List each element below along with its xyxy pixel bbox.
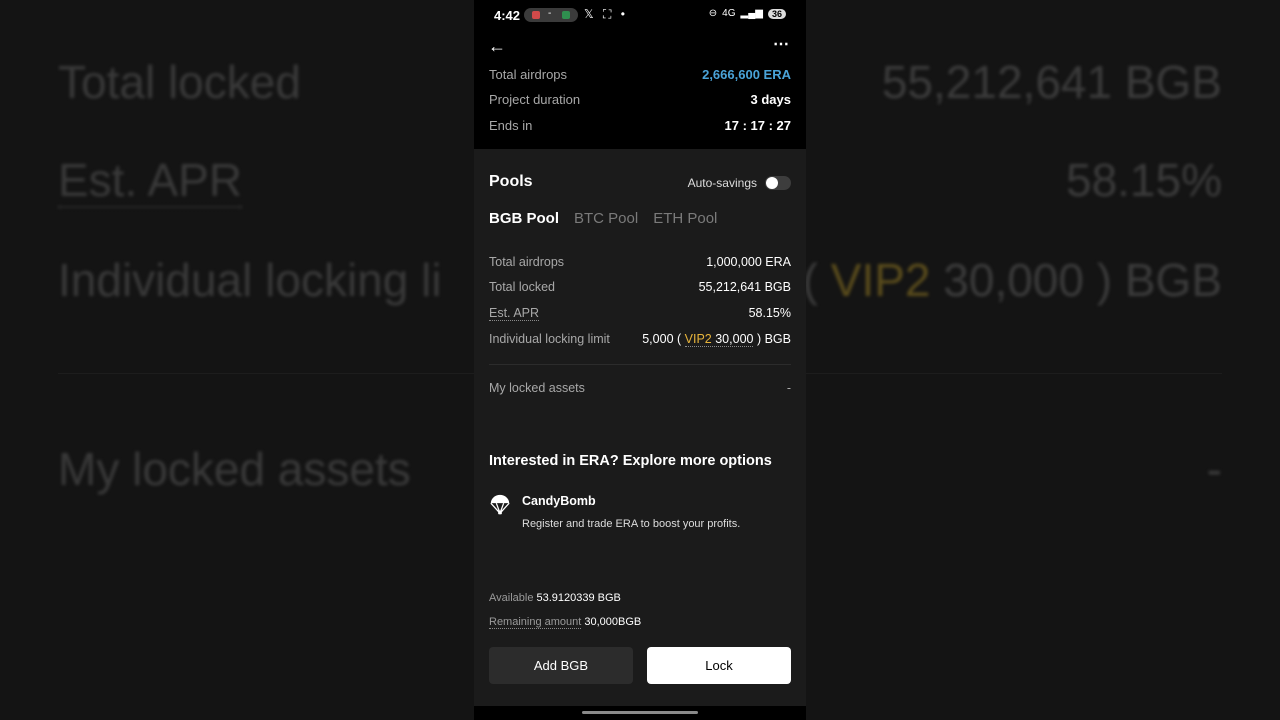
flag-icon bbox=[562, 11, 570, 19]
signal-icon: ▂▄▆ bbox=[740, 8, 763, 19]
vip-limit-amount: 30,000 bbox=[715, 332, 754, 346]
available-value: 53.9120339 BGB bbox=[536, 592, 621, 604]
total-locked-value: 55,212,641 BGB bbox=[698, 280, 791, 294]
pool-tabs: BGB Pool BTC Pool ETH Pool bbox=[489, 210, 717, 227]
toggle-knob bbox=[766, 177, 778, 189]
status-right: ⊖ 4G ▂▄▆ 36 bbox=[709, 8, 786, 19]
available-label: Available bbox=[489, 592, 534, 604]
apr-value: 58.15% bbox=[748, 306, 791, 320]
more-options-icon[interactable]: ⋯ bbox=[773, 34, 790, 54]
parachute-icon bbox=[490, 494, 510, 516]
app-icon bbox=[532, 11, 540, 19]
countdown-timer: 17 : 17 : 27 bbox=[724, 118, 792, 133]
remaining-value: 30,000BGB bbox=[584, 616, 642, 628]
my-locked-assets-value: - bbox=[786, 381, 791, 395]
pool-total-airdrops-label: Total airdrops bbox=[489, 255, 565, 269]
candybomb-description: Register and trade ERA to boost your pro… bbox=[522, 518, 741, 530]
network-icon: 4G bbox=[722, 8, 736, 19]
my-locked-assets-label: My locked assets bbox=[489, 381, 585, 395]
auto-savings-toggle[interactable] bbox=[765, 176, 791, 190]
explore-title: Interested in ERA? Explore more options bbox=[489, 453, 772, 469]
tab-eth-pool[interactable]: ETH Pool bbox=[653, 210, 717, 227]
bg-apr-value: 58.15% bbox=[1065, 154, 1222, 206]
bg-total-locked-label: Total locked bbox=[58, 56, 301, 108]
limit-base: 5,000 ( bbox=[642, 332, 682, 346]
notification-pill: - bbox=[524, 8, 578, 22]
apr-row: Est. APR 58.15% bbox=[489, 306, 791, 321]
pill-text: - bbox=[548, 8, 552, 19]
available-row: Available 53.9120339 BGB bbox=[489, 592, 621, 604]
project-duration-row: Project duration 3 days bbox=[489, 92, 791, 107]
locking-limit-label: Individual locking limit bbox=[489, 332, 610, 346]
project-total-airdrops-label: Total airdrops bbox=[489, 67, 568, 82]
pool-total-airdrops-value: 1,000,000 ERA bbox=[706, 255, 791, 269]
phone-screen: 4:42 - 𝕏 ⛶ • ⊖ 4G ▂▄▆ 36 ← ⋯ Total airdr… bbox=[474, 0, 806, 720]
total-locked-label: Total locked bbox=[489, 280, 556, 294]
project-duration-value: 3 days bbox=[750, 92, 791, 107]
top-bar: ← ⋯ bbox=[474, 30, 806, 66]
divider bbox=[489, 364, 791, 365]
remaining-label[interactable]: Remaining amount bbox=[489, 616, 582, 629]
limit-suffix: ) BGB bbox=[756, 332, 791, 346]
notification-icons: 𝕏 ⛶ • bbox=[584, 7, 628, 21]
locking-limit-row: Individual locking limit 5,000 ( VIP2 30… bbox=[489, 332, 791, 347]
pools-title: Pools bbox=[489, 173, 533, 190]
dnd-icon: ⊖ bbox=[708, 8, 718, 19]
locking-limit-value: 5,000 ( VIP2 30,000 ) BGB bbox=[642, 332, 791, 347]
apr-label[interactable]: Est. APR bbox=[489, 306, 540, 321]
bg-limit-tail: 30,000 ) BGB bbox=[943, 254, 1222, 306]
ends-in-row: Ends in 17 : 17 : 27 bbox=[489, 118, 791, 133]
bg-my-locked-value: - bbox=[1206, 443, 1222, 495]
bg-my-locked-label: My locked assets bbox=[58, 443, 411, 495]
tab-bgb-pool[interactable]: BGB Pool bbox=[489, 210, 559, 227]
status-bar: 4:42 - 𝕏 ⛶ • ⊖ 4G ▂▄▆ 36 bbox=[474, 0, 806, 30]
bg-limit-label: Individual locking li bbox=[58, 254, 442, 306]
vip-limit[interactable]: VIP2 30,000 bbox=[684, 332, 754, 347]
pool-total-airdrops-row: Total airdrops 1,000,000 ERA bbox=[489, 255, 791, 269]
tab-btc-pool[interactable]: BTC Pool bbox=[574, 210, 638, 227]
auto-savings-control: Auto-savings bbox=[688, 176, 791, 190]
ends-in-label: Ends in bbox=[489, 118, 533, 133]
back-arrow-icon[interactable]: ← bbox=[488, 36, 506, 57]
home-indicator[interactable] bbox=[582, 711, 698, 714]
bg-vip-badge: VIP2 bbox=[830, 254, 931, 306]
auto-savings-label: Auto-savings bbox=[687, 176, 757, 190]
project-total-airdrops-value: 2,666,600 ERA bbox=[702, 67, 791, 82]
status-time: 4:42 bbox=[494, 8, 521, 23]
project-total-airdrops-row: Total airdrops 2,666,600 ERA bbox=[489, 67, 791, 82]
battery-icon: 36 bbox=[767, 8, 786, 19]
vip-badge: VIP2 bbox=[684, 332, 712, 346]
remaining-row: Remaining amount 30,000BGB bbox=[489, 616, 642, 629]
my-locked-assets-row: My locked assets - bbox=[489, 381, 791, 395]
bg-total-locked-value: 55,212,641 BGB bbox=[881, 56, 1222, 108]
total-locked-row: Total locked 55,212,641 BGB bbox=[489, 280, 791, 294]
lock-button[interactable]: Lock bbox=[647, 647, 791, 684]
bg-apr-label: Est. APR bbox=[58, 154, 243, 208]
candybomb-title: CandyBomb bbox=[522, 494, 596, 508]
project-duration-label: Project duration bbox=[489, 92, 581, 107]
pools-card: Pools Auto-savings BGB Pool BTC Pool ETH… bbox=[474, 149, 806, 706]
candybomb-item[interactable]: CandyBomb Register and trade ERA to boos… bbox=[489, 494, 791, 534]
bg-limit-value: ( VIP2 30,000 ) BGB bbox=[802, 254, 1222, 306]
add-bgb-button[interactable]: Add BGB bbox=[489, 647, 633, 684]
